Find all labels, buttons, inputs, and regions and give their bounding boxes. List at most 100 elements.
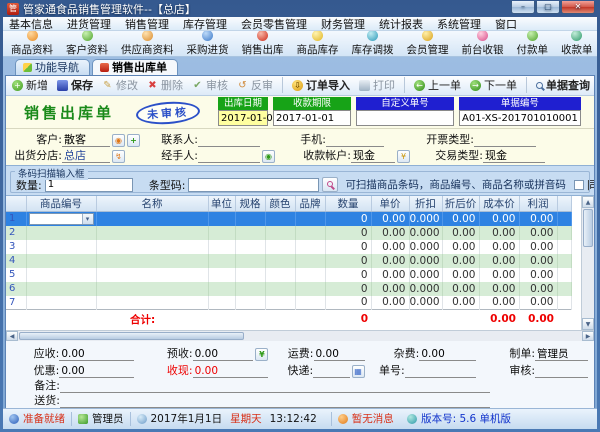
toolbar-item-pos-cashier[interactable]: 前台收银 bbox=[462, 31, 504, 56]
menu-item-stats-report[interactable]: 统计报表 bbox=[379, 16, 423, 32]
column-header[interactable]: 折后价 bbox=[442, 195, 480, 212]
account-field[interactable]: 现金 bbox=[351, 149, 395, 163]
menu-item-system-mgmt[interactable]: 系统管理 bbox=[437, 16, 481, 32]
mobile-field[interactable] bbox=[326, 134, 384, 147]
field-value[interactable]: 2017-01-01 bbox=[273, 109, 351, 126]
column-header[interactable]: 规格 bbox=[235, 195, 266, 212]
remark-field[interactable] bbox=[60, 380, 490, 393]
table-row[interactable]: 2 ▾ bbox=[6, 225, 572, 240]
table-row[interactable]: 3 ▾ bbox=[6, 239, 572, 254]
menu-item-finance-mgmt[interactable]: 财务管理 bbox=[321, 16, 365, 32]
handler-field[interactable] bbox=[198, 150, 260, 163]
column-header[interactable]: 颜色 bbox=[265, 195, 296, 212]
add-customer-button[interactable]: + bbox=[127, 133, 140, 147]
maker-field[interactable]: 管理员 bbox=[535, 348, 588, 361]
table-row[interactable]: 7 ▾ bbox=[6, 295, 572, 310]
express-select-button[interactable]: ▦ bbox=[351, 364, 365, 378]
express-field[interactable] bbox=[313, 365, 350, 378]
unaudit-button[interactable]: ↺ 反审 bbox=[237, 77, 273, 93]
toolbar-item-product-info[interactable]: 商品资料 bbox=[11, 31, 53, 56]
accumulate-checkbox[interactable] bbox=[573, 179, 584, 190]
column-header[interactable]: 数量 bbox=[325, 195, 372, 212]
column-header[interactable]: 商品编号 bbox=[26, 195, 97, 212]
new-button[interactable]: + 新增 bbox=[12, 77, 48, 93]
scroll-up-icon[interactable]: ▲ bbox=[582, 195, 594, 208]
prepaid-field[interactable]: 0.00 bbox=[192, 348, 254, 361]
branch-field[interactable]: 总店 bbox=[62, 149, 110, 163]
discount-field[interactable]: 0.00 bbox=[59, 365, 134, 378]
contact-field[interactable] bbox=[198, 134, 260, 147]
barcode-input[interactable] bbox=[188, 177, 320, 192]
trade-type-field[interactable]: 现金 bbox=[483, 149, 545, 163]
minimize-button[interactable]: – bbox=[511, 1, 535, 14]
table-row[interactable]: 4 ▾ bbox=[6, 253, 572, 268]
column-header[interactable]: 品牌 bbox=[295, 195, 326, 212]
table-row[interactable]: 6 ▾ bbox=[6, 281, 572, 296]
edit-button[interactable]: ✎ 修改 bbox=[102, 77, 138, 93]
delete-button[interactable]: ✖ 删除 bbox=[147, 77, 183, 93]
save-button[interactable]: 保存 bbox=[57, 77, 93, 93]
scroll-left-icon[interactable]: ◀ bbox=[6, 330, 18, 341]
table-row[interactable]: 1 ▾ 0 0.00 0.000 0.00 0.00 0.00 bbox=[6, 211, 572, 226]
toolbar-item-stock-transfer[interactable]: 库存调拨 bbox=[352, 31, 394, 56]
menu-item-member-retail-mgmt[interactable]: 会员零售管理 bbox=[241, 16, 307, 32]
toolbar-item-customer-info[interactable]: 客户资料 bbox=[66, 31, 108, 56]
cash-received-field[interactable]: 0.00 bbox=[192, 365, 269, 378]
menu-item-sales-mgmt[interactable]: 销售管理 bbox=[125, 16, 169, 32]
table-row[interactable]: 5 ▾ bbox=[6, 267, 572, 282]
toolbar-item-purchase-in[interactable]: 采购进货 bbox=[187, 31, 229, 56]
column-header[interactable]: 名称 bbox=[96, 195, 209, 212]
column-header[interactable]: 单位 bbox=[208, 195, 236, 212]
invoice-type-field[interactable] bbox=[474, 134, 536, 147]
toolbar-item-member-mgmt[interactable]: 会员管理 bbox=[407, 31, 449, 56]
toolbar-item-receipt-slip[interactable]: 收款单 bbox=[561, 31, 593, 56]
menu-item-purchase-mgmt[interactable]: 进货管理 bbox=[67, 16, 111, 32]
receivable-field[interactable]: 0.00 bbox=[59, 348, 134, 361]
toolbar-item-supplier-info[interactable]: 供应商资料 bbox=[121, 31, 174, 56]
audit-button[interactable]: ✔ 审核 bbox=[192, 77, 228, 93]
tab-function-nav[interactable]: 功能导航 bbox=[15, 58, 90, 75]
menu-item-window[interactable]: 窗口 bbox=[495, 16, 517, 32]
auditor-field[interactable] bbox=[535, 365, 588, 378]
tracking-no-field[interactable] bbox=[404, 365, 477, 378]
column-header[interactable]: 利润 bbox=[519, 195, 558, 212]
field-value[interactable]: 2017-01-01 bbox=[218, 109, 279, 126]
delivery-field[interactable] bbox=[60, 395, 490, 408]
toolbar-item-sales-out[interactable]: 销售出库 bbox=[242, 31, 284, 56]
scroll-right-icon[interactable]: ▶ bbox=[582, 330, 594, 341]
field-value[interactable]: A01-XS-201701010001 bbox=[459, 109, 581, 126]
branch-select-button[interactable]: ↯ bbox=[112, 149, 125, 163]
column-header[interactable] bbox=[6, 195, 27, 212]
order-import-button[interactable]: ⇩ 订单导入 bbox=[282, 77, 350, 94]
menu-item-inventory-mgmt[interactable]: 库存管理 bbox=[183, 16, 227, 32]
vertical-scrollbar[interactable]: ▲ ▼ bbox=[581, 195, 594, 330]
next-doc-button[interactable]: → 下一单 bbox=[470, 77, 517, 93]
product-code-combo[interactable]: ▾ bbox=[28, 212, 94, 225]
prepaid-button[interactable]: ¥ bbox=[255, 347, 269, 361]
column-header[interactable] bbox=[557, 195, 572, 212]
horizontal-scrollbar[interactable]: ◀ ▶ bbox=[6, 329, 594, 341]
print-button[interactable]: 打印 bbox=[359, 77, 395, 93]
column-header[interactable]: 单价 bbox=[371, 195, 410, 212]
barcode-search-button[interactable] bbox=[322, 177, 339, 193]
handler-lookup-button[interactable]: ◉ bbox=[262, 149, 275, 163]
field-value[interactable] bbox=[356, 109, 454, 126]
v-scroll-thumb[interactable] bbox=[583, 208, 593, 247]
chevron-down-icon[interactable]: ▾ bbox=[81, 213, 93, 224]
customer-field[interactable]: 散客 bbox=[62, 133, 110, 147]
close-window-button[interactable]: ✕ bbox=[561, 1, 595, 14]
menu-item-basic-info[interactable]: 基本信息 bbox=[9, 16, 53, 32]
column-header[interactable]: 成本价 bbox=[479, 195, 520, 212]
tab-sales-outbound[interactable]: 销售出库单 bbox=[92, 58, 178, 75]
doc-query-button[interactable]: 单据查询 bbox=[526, 77, 590, 94]
customer-lookup-button[interactable]: ◉ bbox=[112, 133, 125, 147]
maximize-button[interactable]: ▢ bbox=[536, 1, 560, 14]
qty-input[interactable] bbox=[44, 177, 133, 192]
freight-field[interactable]: 0.00 bbox=[313, 348, 365, 361]
h-scroll-thumb[interactable] bbox=[19, 331, 244, 340]
scroll-down-icon[interactable]: ▼ bbox=[582, 317, 594, 330]
toolbar-item-product-stock[interactable]: 商品库存 bbox=[297, 31, 339, 56]
column-header[interactable]: 折扣 bbox=[409, 195, 443, 212]
toolbar-item-payment-slip[interactable]: 付款单 bbox=[517, 31, 548, 56]
prev-doc-button[interactable]: ← 上一单 bbox=[404, 77, 461, 94]
